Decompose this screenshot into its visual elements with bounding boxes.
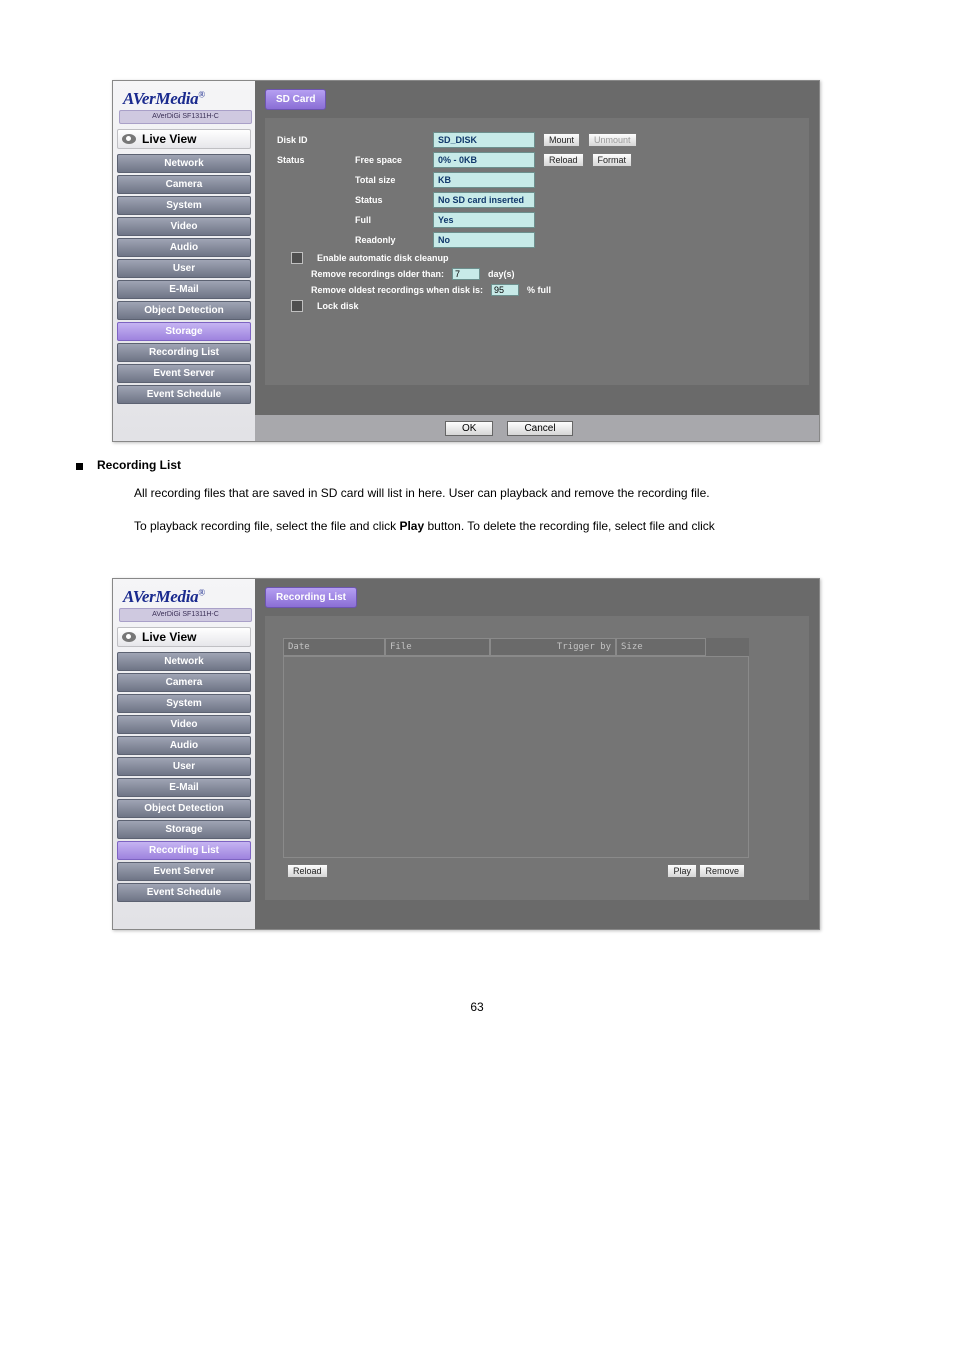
col-size: Size: [616, 638, 706, 656]
recording-table-body[interactable]: [283, 656, 749, 858]
older-suffix: day(s): [488, 269, 515, 279]
sidebar-item-object-detection[interactable]: Object Detection: [117, 301, 251, 320]
status2-label: Status: [355, 195, 425, 205]
live-view-button[interactable]: Live View: [117, 627, 251, 647]
col-date: Date: [283, 638, 385, 656]
eye-icon: [122, 134, 136, 144]
sidebar: AVerMedia® AVerDiGi SF1311H-C Live View …: [113, 81, 255, 441]
sidebar-item-event-schedule[interactable]: Event Schedule: [117, 385, 251, 404]
sidebar-item-user[interactable]: User: [117, 757, 251, 776]
sidebar-item-recording-list[interactable]: Recording List: [117, 343, 251, 362]
sidebar-item-event-server[interactable]: Event Server: [117, 364, 251, 383]
freespace-label: Free space: [355, 155, 425, 165]
sidebar-item-audio[interactable]: Audio: [117, 736, 251, 755]
play-button[interactable]: Play: [667, 864, 697, 878]
full-value: Yes: [433, 212, 535, 228]
sidebar-item-email[interactable]: E-Mail: [117, 778, 251, 797]
recording-list-screenshot: AVerMedia® AVerDiGi SF1311H-C Live View …: [112, 578, 820, 930]
sidebar-item-video[interactable]: Video: [117, 715, 251, 734]
unmount-button[interactable]: Unmount: [588, 133, 637, 147]
sidebar-item-object-detection[interactable]: Object Detection: [117, 799, 251, 818]
sd-card-panel: Disk ID SD_DISK Mount Unmount Status Fre…: [265, 118, 809, 385]
square-bullet-icon: [76, 463, 83, 470]
older-label: Remove recordings older than:: [311, 269, 444, 279]
diskid-label: Disk ID: [277, 135, 347, 145]
lockdisk-label: Lock disk: [317, 301, 359, 311]
brand-logo: AVerMedia®: [113, 585, 255, 607]
remove-button[interactable]: Remove: [699, 864, 745, 878]
model-badge: AVerDiGi SF1311H-C: [119, 110, 252, 124]
older-input[interactable]: [452, 268, 480, 280]
cleanup-label: Enable automatic disk cleanup: [317, 253, 449, 263]
live-view-button[interactable]: Live View: [117, 129, 251, 149]
sidebar-item-video[interactable]: Video: [117, 217, 251, 236]
fullthresh-suffix: % full: [527, 285, 551, 295]
section-heading-row: Recording List: [76, 458, 906, 472]
tab-recording-list[interactable]: Recording List: [265, 587, 357, 608]
sidebar-item-camera[interactable]: Camera: [117, 175, 251, 194]
readonly-value: No: [433, 232, 535, 248]
readonly-label: Readonly: [355, 235, 425, 245]
section-paragraph-1: All recording files that are saved in SD…: [134, 482, 820, 505]
fullthresh-label: Remove oldest recordings when disk is:: [311, 285, 483, 295]
full-label: Full: [355, 215, 425, 225]
format-button[interactable]: Format: [592, 153, 633, 167]
section-paragraph-2: To playback recording file, select the f…: [134, 515, 820, 538]
freespace-value: 0% - 0KB: [433, 152, 535, 168]
totalsize-label: Total size: [355, 175, 425, 185]
sidebar: AVerMedia® AVerDiGi SF1311H-C Live View …: [113, 579, 255, 929]
status-label: Status: [277, 155, 347, 165]
sidebar-item-email[interactable]: E-Mail: [117, 280, 251, 299]
section-heading: Recording List: [97, 458, 181, 472]
brand-logo: AVerMedia®: [113, 87, 255, 109]
sidebar-item-network[interactable]: Network: [117, 652, 251, 671]
diskid-value: SD_DISK: [433, 132, 535, 148]
reload-button[interactable]: Reload: [287, 864, 328, 878]
eye-icon: [122, 632, 136, 642]
cancel-button[interactable]: Cancel: [507, 421, 572, 436]
ok-button[interactable]: OK: [445, 421, 493, 436]
sidebar-item-user[interactable]: User: [117, 259, 251, 278]
status2-value: No SD card inserted: [433, 192, 535, 208]
tab-sd-card[interactable]: SD Card: [265, 89, 326, 110]
sidebar-item-event-schedule[interactable]: Event Schedule: [117, 883, 251, 902]
recording-table-header: Date File Trigger by Size: [283, 638, 749, 656]
reload-button[interactable]: Reload: [543, 153, 584, 167]
sidebar-item-audio[interactable]: Audio: [117, 238, 251, 257]
footer-bar: OK Cancel: [255, 415, 819, 441]
storage-screenshot: AVerMedia® AVerDiGi SF1311H-C Live View …: [112, 80, 820, 442]
sidebar-item-recording-list[interactable]: Recording List: [117, 841, 251, 860]
mount-button[interactable]: Mount: [543, 133, 580, 147]
col-file: File: [385, 638, 490, 656]
sidebar-item-storage[interactable]: Storage: [117, 820, 251, 839]
sidebar-item-system[interactable]: System: [117, 196, 251, 215]
page-number: 63: [48, 1000, 906, 1014]
sidebar-item-camera[interactable]: Camera: [117, 673, 251, 692]
sidebar-item-storage[interactable]: Storage: [117, 322, 251, 341]
sidebar-item-event-server[interactable]: Event Server: [117, 862, 251, 881]
lockdisk-checkbox[interactable]: [291, 300, 303, 312]
cleanup-checkbox[interactable]: [291, 252, 303, 264]
recording-list-panel: Date File Trigger by Size Reload Play Re…: [265, 616, 809, 900]
totalsize-value: KB: [433, 172, 535, 188]
col-trigger: Trigger by: [490, 638, 616, 656]
sidebar-item-network[interactable]: Network: [117, 154, 251, 173]
fullthresh-input[interactable]: [491, 284, 519, 296]
sidebar-item-system[interactable]: System: [117, 694, 251, 713]
model-badge: AVerDiGi SF1311H-C: [119, 608, 252, 622]
